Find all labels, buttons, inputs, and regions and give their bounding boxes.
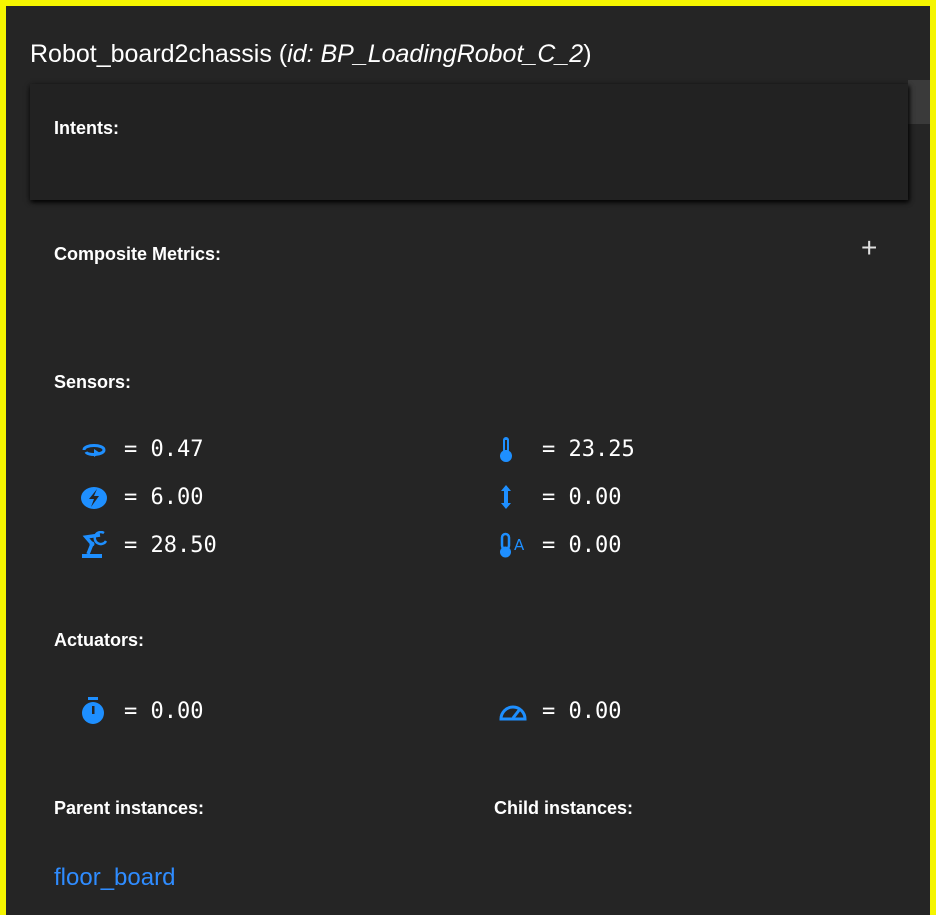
stopwatch-icon [80,697,120,725]
sensor-vertical-position-value: = 0.00 [542,484,622,510]
vertical-arrow-icon [498,483,538,511]
instance-detail-panel: Robot_board2chassis (id: BP_LoadingRobot… [0,0,936,915]
title-paren-close: ) [583,40,592,68]
child-instances-label: Child instances: [494,798,634,818]
sensor-energy-value: = 6.00 [124,484,204,510]
sensor-temperature: = 23.25 [498,434,635,464]
sensor-rotation-value: = 0.47 [124,436,204,462]
thermometer-icon [498,435,538,463]
robot-arm-icon [80,531,120,559]
intents-label: Intents: [54,118,119,138]
sensor-ambient-temperature: A = 0.00 [498,530,621,560]
parent-instances-label: Parent instances: [54,798,205,818]
panel-title: Robot_board2chassis (id: BP_LoadingRobot… [30,40,592,69]
parent-instance-link[interactable]: floor_board [54,864,175,892]
sensor-robot-arm: = 28.50 [80,530,217,560]
actuators-label: Actuators: [54,630,145,650]
svg-text:A: A [514,536,525,554]
instance-id: BP_LoadingRobot_C_2 [320,40,584,68]
sensor-ambient-temperature-value: = 0.00 [542,532,622,558]
sensor-vertical-position: = 0.00 [498,482,621,512]
actuator-speed: = 0.00 [498,696,621,726]
actuator-stopwatch: = 0.00 [80,696,203,726]
title-paren-open: ( [271,40,288,68]
instance-name: Robot_board2chassis [30,40,272,68]
actuator-stopwatch-value: = 0.00 [124,698,204,724]
intents-card: Intents: [30,84,908,200]
scrollbar-thumb[interactable] [908,80,930,124]
ambient-temperature-icon: A [498,531,538,559]
composite-metrics-label: Composite Metrics: [54,244,222,264]
sensors-label: Sensors: [54,372,132,392]
instance-id-label: id: [287,40,314,68]
sensor-temperature-value: = 23.25 [542,436,635,462]
speedometer-icon [498,697,538,725]
sensor-rotation: = 0.47 [80,434,203,464]
sensor-robot-arm-value: = 28.50 [124,532,217,558]
rotation-icon [80,435,120,463]
sensor-energy: = 6.00 [80,482,203,512]
energy-icon [80,483,120,511]
actuator-speed-value: = 0.00 [542,698,622,724]
add-composite-metric-button[interactable]: + [861,234,877,262]
